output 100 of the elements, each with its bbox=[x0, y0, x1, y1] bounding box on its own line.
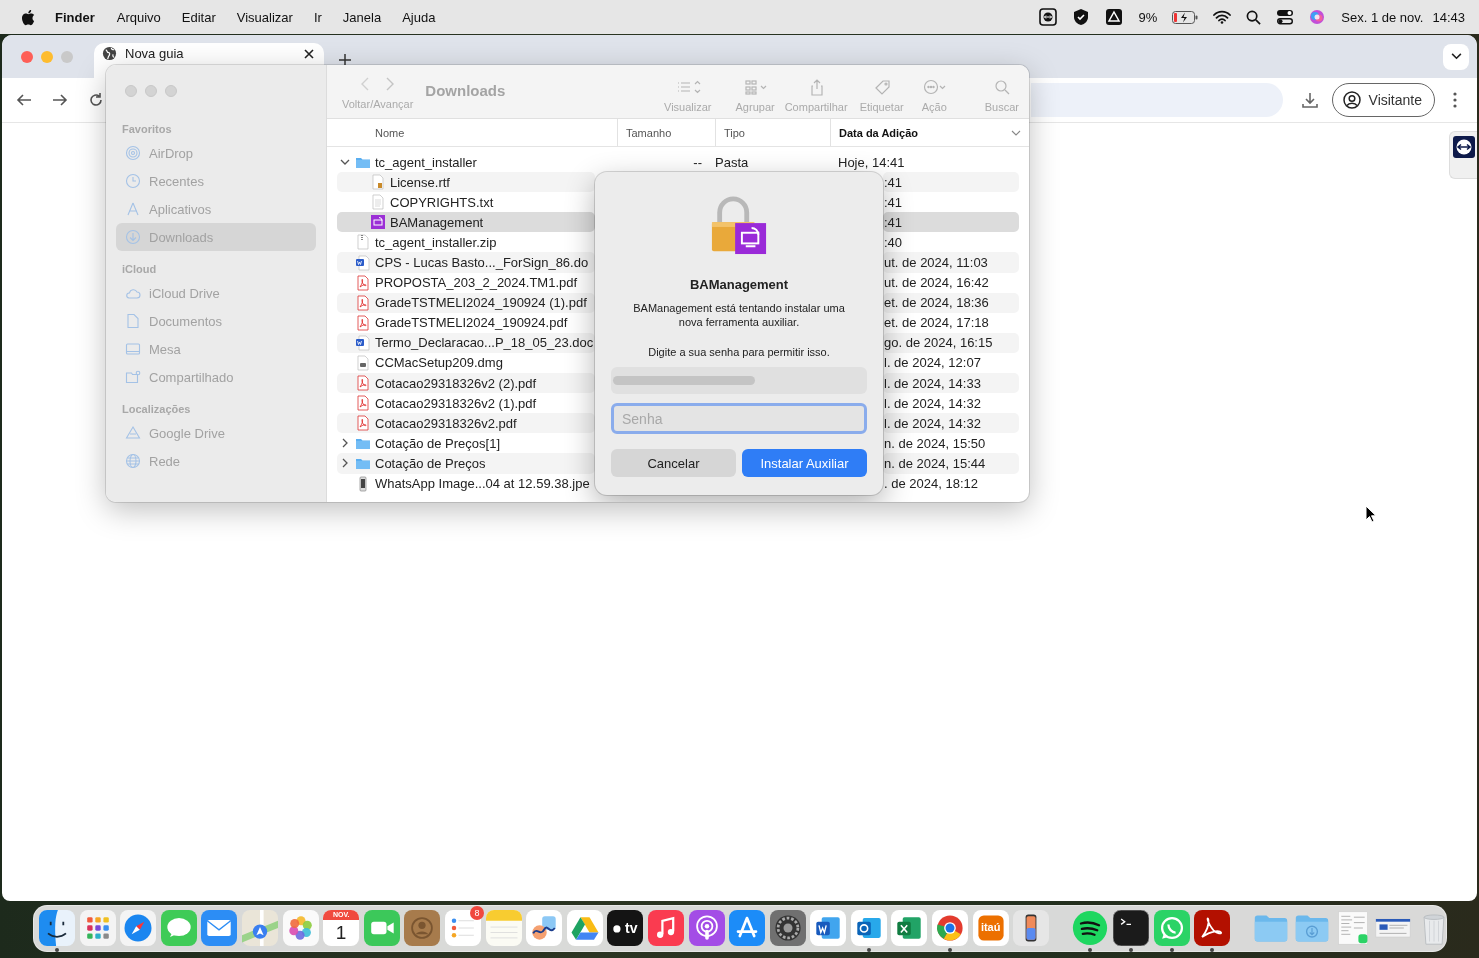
contacts-icon[interactable] bbox=[404, 910, 441, 946]
menu-item[interactable]: Arquivo bbox=[116, 9, 161, 25]
search-icon[interactable] bbox=[1246, 9, 1262, 25]
remote-session-tab[interactable] bbox=[1449, 131, 1477, 179]
date-added: l. de 2024, 14:32 bbox=[883, 394, 982, 413]
date-added: n. de 2024, 15:44 bbox=[883, 453, 1019, 474]
apple-menu-icon[interactable] bbox=[21, 8, 35, 26]
flower-icon[interactable] bbox=[282, 910, 319, 946]
date-added: :41 bbox=[883, 172, 1019, 193]
file-row[interactable]: Cotacao29318326v2 (2).pdf bbox=[337, 373, 595, 394]
menu-item[interactable]: Editar bbox=[181, 9, 216, 25]
file-row[interactable]: Cotação de Preços[1] bbox=[337, 433, 595, 454]
checklist-icon[interactable] bbox=[444, 910, 481, 946]
spreadsheet-icon[interactable] bbox=[891, 910, 928, 946]
control-center-icon[interactable] bbox=[1276, 9, 1295, 25]
tag-icon bbox=[873, 78, 891, 96]
shared-folder-icon bbox=[125, 369, 141, 385]
search-icon bbox=[993, 78, 1011, 96]
file-row[interactable]: BAManagement bbox=[337, 212, 595, 233]
file-row[interactable]: Termo_Declaracao...P_18_05_23.doc bbox=[337, 332, 595, 353]
gear-icon[interactable] bbox=[769, 910, 806, 946]
remote-control-icon[interactable] bbox=[1038, 8, 1057, 26]
mail-app-icon[interactable] bbox=[850, 910, 887, 946]
column-header[interactable]: Nome bbox=[327, 119, 617, 146]
browser-icon[interactable] bbox=[932, 910, 969, 946]
envelope-icon[interactable] bbox=[201, 910, 238, 946]
desktop-icon bbox=[125, 341, 141, 357]
download-icon[interactable] bbox=[1300, 91, 1319, 109]
word-icon[interactable] bbox=[810, 910, 847, 946]
install-button[interactable]: Instalar Auxiliar bbox=[742, 449, 867, 477]
file-row[interactable]: CPS - Lucas Basto..._ForSign_86.do bbox=[337, 252, 595, 273]
tv-app-icon[interactable]: tv bbox=[607, 910, 644, 946]
drive-triangle-icon[interactable] bbox=[566, 910, 603, 946]
profile-button[interactable]: Visitante bbox=[1331, 83, 1435, 117]
sidebar-section-title: iCloud bbox=[121, 262, 158, 277]
finder-face-icon[interactable] bbox=[39, 910, 75, 946]
file-row[interactable]: CCMacSetup209.dmg bbox=[337, 352, 595, 374]
file-row[interactable]: WhatsApp Image...04 at 12.59.38.jpe bbox=[337, 473, 595, 494]
wifi-icon[interactable] bbox=[1213, 10, 1232, 24]
more-menu-icon[interactable] bbox=[1453, 92, 1457, 108]
file-row[interactable]: GradeTSTMELI2024_190924.pdf bbox=[337, 312, 595, 333]
phone-icon[interactable] bbox=[1013, 910, 1050, 946]
whiteboard-icon[interactable] bbox=[526, 910, 563, 946]
app-grid-icon[interactable] bbox=[79, 910, 116, 946]
date-added: n. de 2024, 15:50 bbox=[883, 434, 987, 453]
menu-item[interactable]: Visualizar bbox=[236, 9, 293, 25]
column-header[interactable]: Data da Adição bbox=[830, 119, 1029, 146]
file-row[interactable]: Cotacao29318326v2 (1).pdf bbox=[337, 393, 595, 414]
file-row[interactable]: tc_agent_installer -- Pasta Hoje, 14:41 bbox=[337, 152, 1019, 173]
username-field[interactable] bbox=[611, 367, 867, 394]
text-file-icon bbox=[370, 194, 386, 211]
menu-item[interactable]: Janela bbox=[342, 9, 382, 25]
date-text[interactable]: Sex. 1 de nov. bbox=[1341, 9, 1424, 25]
file-row[interactable]: Cotação de Preços bbox=[337, 453, 595, 474]
app-menu[interactable]: Finder bbox=[55, 9, 95, 25]
date-added: :40 bbox=[883, 233, 904, 252]
map-icon[interactable] bbox=[241, 910, 278, 946]
file-row[interactable]: Cotacao29318326v2.pdf bbox=[337, 413, 595, 434]
drive-icon[interactable] bbox=[1104, 8, 1123, 26]
terminal-icon[interactable] bbox=[1113, 910, 1150, 946]
download-icon bbox=[125, 229, 141, 245]
new-tab-icon[interactable] bbox=[338, 53, 352, 67]
music-note-icon[interactable] bbox=[647, 910, 684, 946]
window-title: Downloads bbox=[425, 82, 506, 99]
shield-icon[interactable] bbox=[1071, 8, 1090, 26]
column-header[interactable]: Tipo bbox=[715, 119, 830, 146]
close-tab-icon[interactable] bbox=[304, 48, 314, 59]
assistant-orb-icon[interactable] bbox=[1309, 9, 1326, 25]
remote-control-icon bbox=[1452, 136, 1475, 158]
file-name: Cotação de Preços bbox=[375, 455, 486, 471]
column-header[interactable]: Tamanho bbox=[617, 119, 715, 146]
tab-list-button[interactable] bbox=[1443, 43, 1469, 70]
lock-icon bbox=[710, 195, 768, 257]
word-document-icon bbox=[355, 254, 371, 271]
file-name: Cotação de Preços[1] bbox=[375, 435, 501, 451]
dialog-prompt: Digite a sua senha para permitir isso. bbox=[648, 346, 830, 358]
airdrop-icon bbox=[125, 145, 141, 161]
date-added: l. de 2024, 14:33 bbox=[883, 373, 1019, 394]
file-row[interactable]: tc_agent_installer.zip bbox=[337, 232, 595, 253]
file-name: License.rtf bbox=[390, 174, 450, 190]
menu-item[interactable]: Ajuda bbox=[402, 9, 436, 25]
file-row[interactable]: License.rtf bbox=[337, 172, 595, 193]
battery-icon[interactable] bbox=[1172, 10, 1199, 24]
dialog-title: BAManagement bbox=[689, 277, 789, 292]
pdf-app-icon[interactable] bbox=[1194, 910, 1231, 946]
file-row[interactable]: COPYRIGHTS.txt bbox=[337, 192, 595, 213]
file-row[interactable]: PROPOSTA_203_2_2024.TM1.pdf bbox=[337, 272, 595, 293]
sort-chevron-icon[interactable] bbox=[1011, 129, 1021, 136]
reload-icon[interactable] bbox=[88, 92, 104, 108]
compass-icon[interactable] bbox=[120, 910, 157, 946]
forward-arrow-icon[interactable] bbox=[52, 92, 68, 108]
chevron-down-icon bbox=[1450, 53, 1462, 60]
file-row[interactable]: GradeTSTMELI2024_190924 (1).pdf bbox=[337, 292, 595, 313]
cancel-button[interactable]: Cancelar bbox=[611, 449, 736, 477]
podcast-icon[interactable] bbox=[688, 910, 725, 946]
back-arrow-icon[interactable] bbox=[16, 92, 32, 108]
sound-waves-icon[interactable] bbox=[1072, 910, 1109, 946]
clock-text[interactable]: 14:43 bbox=[1432, 9, 1465, 25]
menu-item[interactable]: Ir bbox=[313, 9, 322, 25]
password-field[interactable]: Senha bbox=[611, 403, 867, 434]
